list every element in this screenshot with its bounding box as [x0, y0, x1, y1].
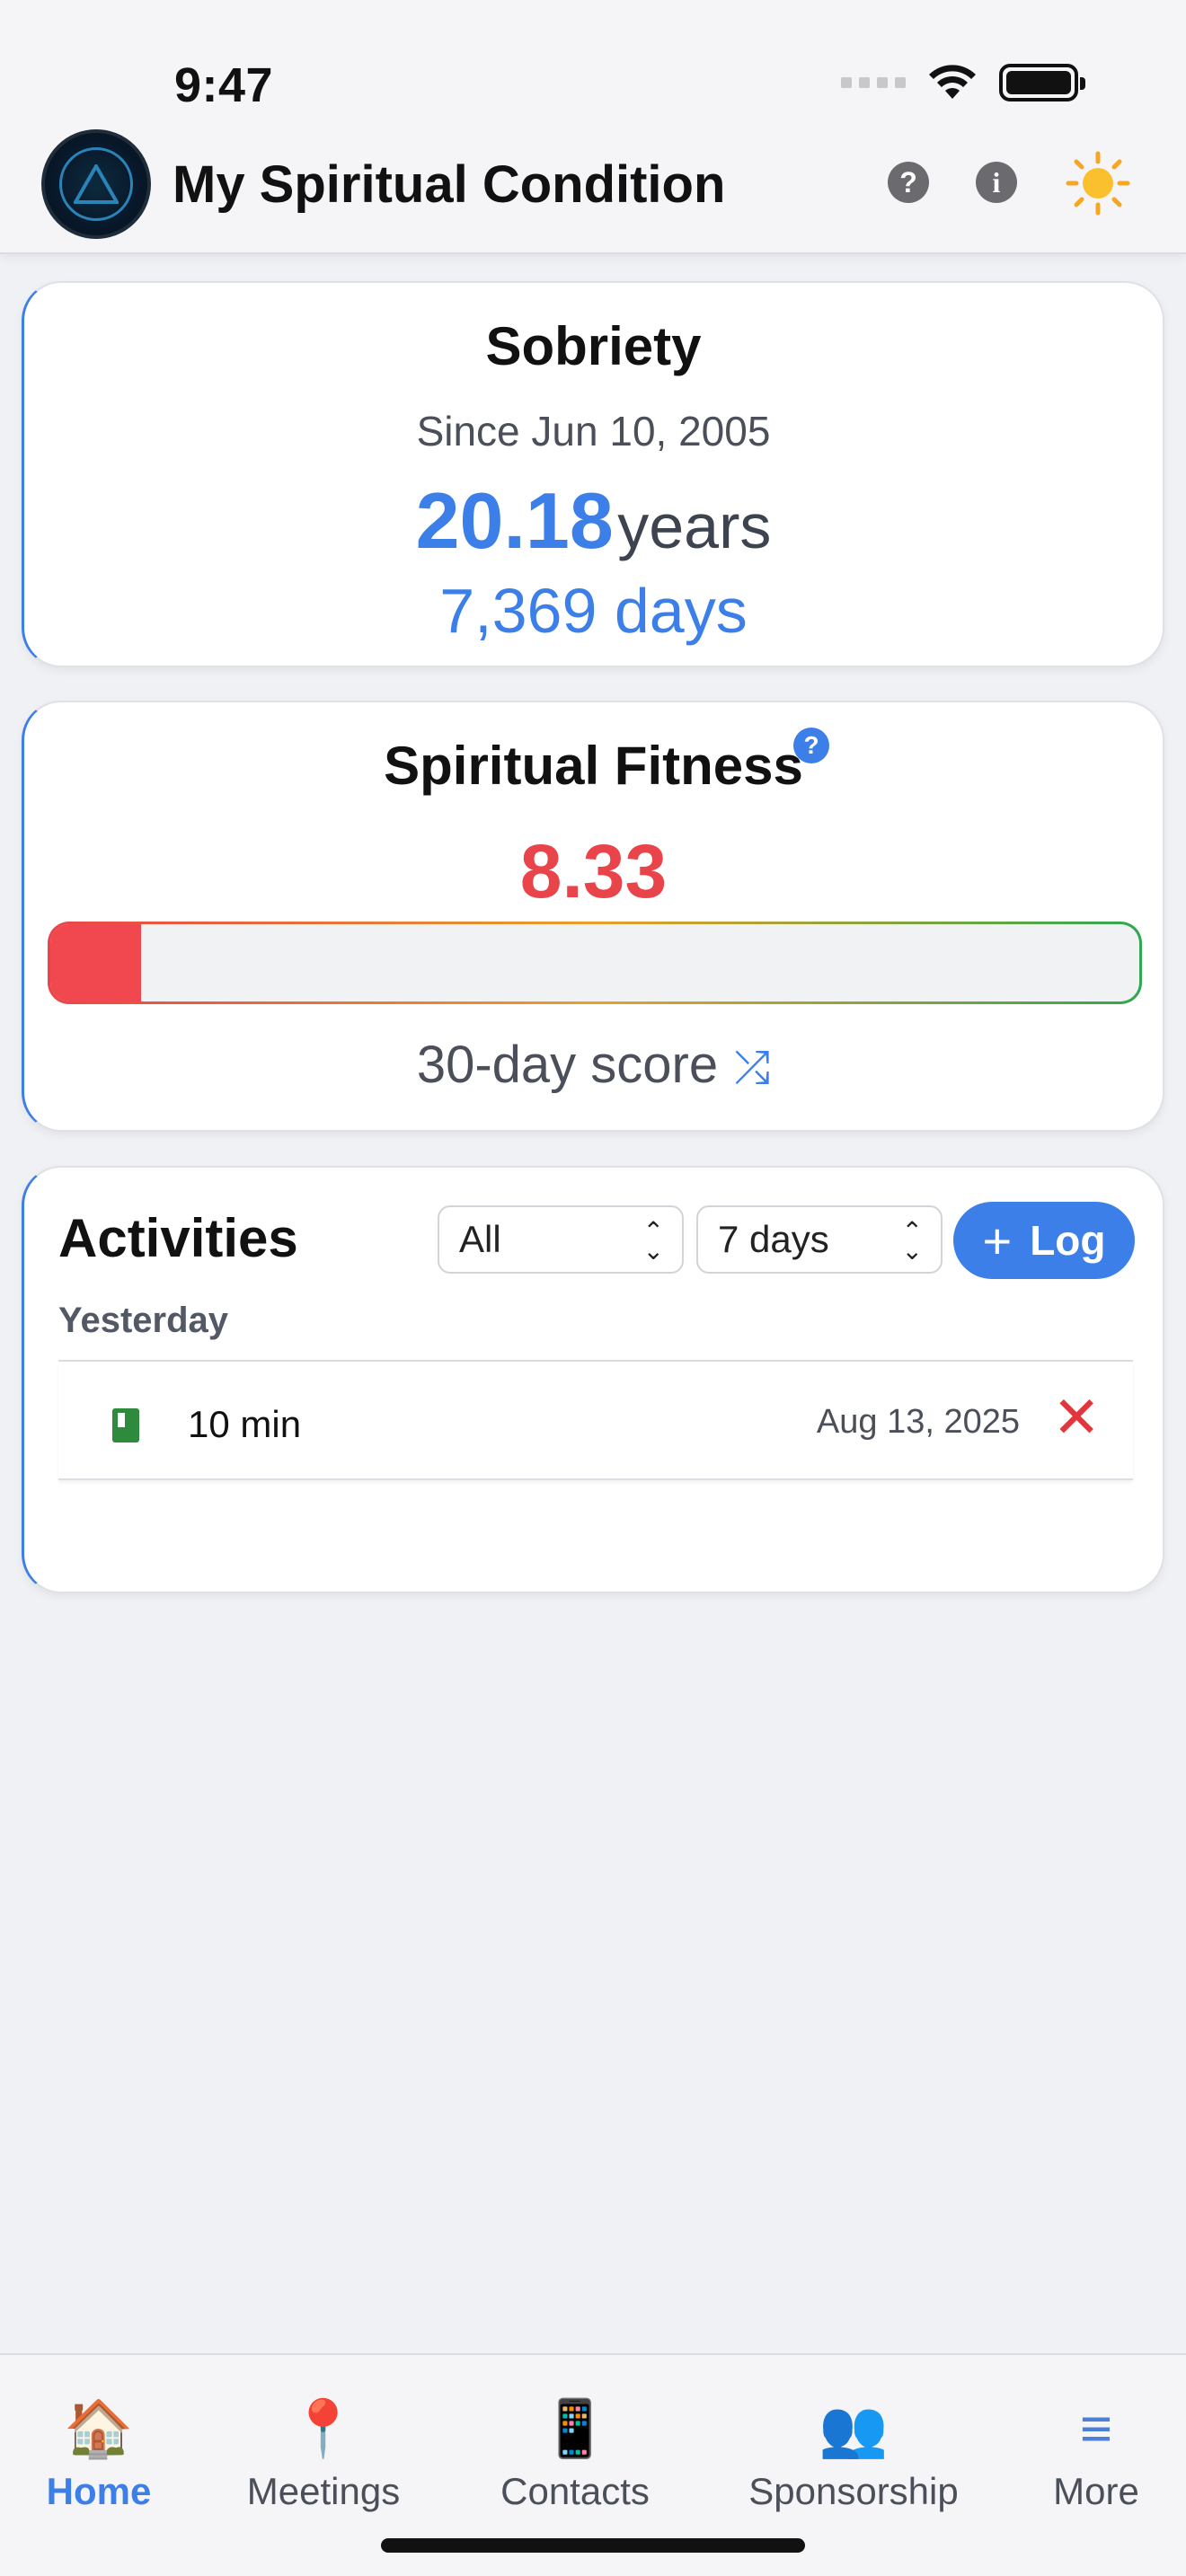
fitness-footer[interactable]: 30-day score ⤮: [24, 1035, 1163, 1095]
chevron-updown-icon: ⌃ ⌄: [642, 1217, 664, 1265]
page-title: My Spiritual Condition: [173, 155, 726, 214]
spiritual-fitness-card: Spiritual Fitness ? 8.33 30-day score ⤮: [22, 701, 1164, 1132]
book-icon: [112, 1408, 139, 1442]
plus-icon: +: [982, 1212, 1013, 1269]
fitness-help-icon[interactable]: ?: [793, 728, 829, 763]
people-icon: 👥: [819, 2398, 889, 2460]
activities-card: Activities All ⌃ ⌄ 7 days ⌃ ⌄ + Log Yester…: [22, 1166, 1164, 1593]
phone-icon: 📱: [540, 2398, 610, 2460]
tab-contacts-label: Contacts: [500, 2470, 650, 2512]
home-indicator: [381, 2538, 805, 2553]
tab-contacts[interactable]: 📱 Contacts: [485, 2398, 665, 2513]
fitness-score: 8.33: [519, 829, 668, 913]
fitness-title: Spiritual Fitness: [384, 736, 803, 796]
battery-icon: [999, 64, 1085, 101]
wifi-icon: [929, 65, 976, 99]
shuffle-icon[interactable]: ⤮: [734, 1042, 770, 1092]
fitness-progress-fill: [50, 924, 141, 1001]
pin-icon: 📍: [288, 2398, 358, 2460]
tab-meetings[interactable]: 📍 Meetings: [235, 2398, 412, 2513]
sobriety-card[interactable]: Sobriety Since Jun 10, 2005 20.18 years …: [22, 281, 1164, 667]
tab-meetings-label: Meetings: [246, 2470, 401, 2512]
sobriety-days: 7,369 days: [439, 576, 748, 646]
sobriety-years-value: 20.18: [415, 476, 614, 565]
activity-duration: 10 min: [188, 1403, 302, 1445]
info-icon[interactable]: i: [976, 162, 1017, 203]
activity-group-label: Yesterday: [58, 1301, 229, 1340]
fitness-footer-label: 30-day score: [416, 1036, 719, 1094]
activity-type-value: All: [459, 1218, 501, 1260]
house-icon: 🏠: [64, 2398, 134, 2460]
activity-date: Aug 13, 2025: [816, 1403, 1020, 1441]
activities-title: Activities: [58, 1208, 298, 1268]
theme-toggle-sun-icon[interactable]: [1066, 151, 1130, 216]
cellular-signal-icon: [841, 77, 906, 88]
status-time: 9:47: [174, 58, 274, 112]
sobriety-title: Sobriety: [485, 316, 702, 376]
log-activity-button[interactable]: + Log: [953, 1202, 1135, 1279]
status-icons: [841, 63, 1085, 102]
tab-sponsorship-label: Sponsorship: [748, 2470, 959, 2512]
sobriety-years: 20.18 years: [24, 475, 1163, 567]
sobriety-since-date: Since Jun 10, 2005: [416, 408, 771, 454]
fitness-progress-bar: [48, 922, 1142, 1004]
activity-row[interactable]: 10 min Aug 13, 2025 ✕: [58, 1362, 1133, 1480]
tab-sponsorship[interactable]: 👥 Sponsorship: [737, 2398, 970, 2513]
app-logo: [41, 129, 151, 239]
tab-more[interactable]: ≡ More: [1042, 2398, 1150, 2513]
chevron-updown-icon: ⌃ ⌄: [901, 1217, 923, 1265]
top-bar: 9:47 My Spiritual Condition ? i: [0, 0, 1186, 254]
sobriety-years-unit: years: [617, 491, 772, 561]
activity-range-select[interactable]: 7 days ⌃ ⌄: [696, 1205, 943, 1274]
help-icon[interactable]: ?: [888, 162, 929, 203]
tab-home-label: Home: [46, 2470, 152, 2512]
activity-range-value: 7 days: [718, 1218, 829, 1260]
delete-activity-icon[interactable]: ✕: [1052, 1389, 1101, 1446]
activity-type-select[interactable]: All ⌃ ⌄: [438, 1205, 684, 1274]
log-button-label: Log: [1030, 1217, 1106, 1264]
menu-icon: ≡: [1079, 2398, 1113, 2460]
tab-home[interactable]: 🏠 Home: [36, 2398, 162, 2513]
tab-more-label: More: [1053, 2470, 1139, 2512]
